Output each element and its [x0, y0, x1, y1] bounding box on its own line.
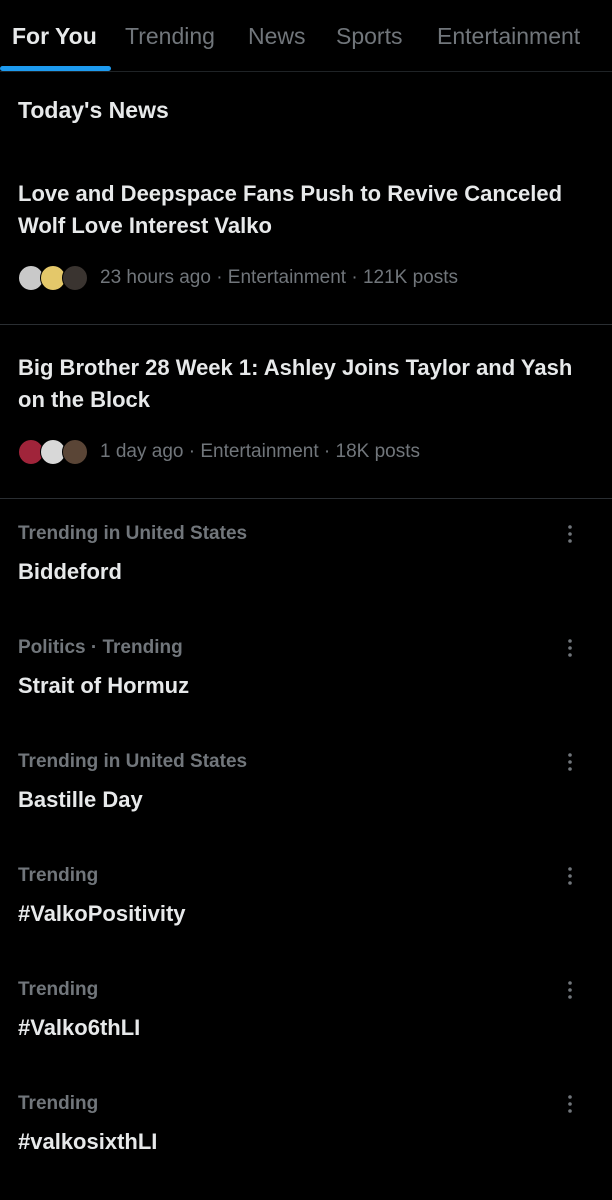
more-vertical-icon[interactable]	[558, 978, 582, 1002]
news-headline: Love and Deepspace Fans Push to Revive C…	[18, 181, 563, 238]
trend-item[interactable]: Trending #ValkoPositivity	[0, 854, 612, 968]
section-title-todays-news: Today's News	[18, 97, 169, 123]
trend-name: Strait of Hormuz	[18, 673, 190, 698]
trend-context: Trending	[18, 1093, 99, 1114]
trend-item[interactable]: Trending in United States Bastille Day	[0, 740, 612, 854]
avatar	[62, 439, 88, 465]
avatar-stack	[18, 439, 90, 465]
tab-trending[interactable]: Trending	[125, 20, 215, 52]
news-meta-text: 23 hours ago · Entertainment · 121K post…	[100, 267, 459, 288]
more-vertical-icon[interactable]	[558, 750, 582, 774]
news-item[interactable]: Love and Deepspace Fans Push to Revive C…	[0, 150, 612, 325]
explore-tab-bar: For You Trending News Sports Entertainme…	[0, 0, 612, 72]
active-tab-indicator	[0, 66, 111, 71]
trend-context: Politics · Trending	[18, 637, 183, 658]
trend-item[interactable]: Trending #Valko6thLI	[0, 968, 612, 1082]
trend-name: #ValkoPositivity	[18, 901, 186, 926]
tab-news[interactable]: News	[248, 20, 306, 52]
trend-item[interactable]: Politics · Trending Strait of Hormuz	[0, 626, 612, 740]
avatar-stack	[18, 265, 90, 291]
more-vertical-icon[interactable]	[558, 864, 582, 888]
more-vertical-icon[interactable]	[558, 522, 582, 546]
news-item[interactable]: Big Brother 28 Week 1: Ashley Joins Tayl…	[0, 324, 612, 499]
trend-name: #valkosixthLI	[18, 1129, 158, 1154]
news-headline: Big Brother 28 Week 1: Ashley Joins Tayl…	[18, 355, 573, 412]
avatar	[62, 265, 88, 291]
trend-item[interactable]: Trending in United States Biddeford	[0, 512, 612, 626]
tab-sports[interactable]: Sports	[336, 20, 402, 52]
trend-context: Trending	[18, 865, 99, 886]
trend-item[interactable]: Trending #valkosixthLI	[0, 1082, 612, 1196]
trend-name: #Valko6thLI	[18, 1015, 141, 1040]
more-vertical-icon[interactable]	[558, 1092, 582, 1116]
tab-for-you[interactable]: For You	[12, 20, 97, 52]
more-vertical-icon[interactable]	[558, 636, 582, 660]
trend-name: Biddeford	[18, 559, 122, 584]
trend-context: Trending in United States	[18, 523, 248, 544]
trend-context: Trending	[18, 979, 99, 1000]
news-meta: 23 hours ago · Entertainment · 121K post…	[18, 262, 458, 294]
tab-entertainment[interactable]: Entertainment	[437, 20, 580, 52]
news-meta-text: 1 day ago · Entertainment · 18K posts	[100, 441, 421, 462]
trend-name: Bastille Day	[18, 787, 143, 812]
news-meta: 1 day ago · Entertainment · 18K posts	[18, 436, 420, 468]
trend-context: Trending in United States	[18, 751, 248, 772]
